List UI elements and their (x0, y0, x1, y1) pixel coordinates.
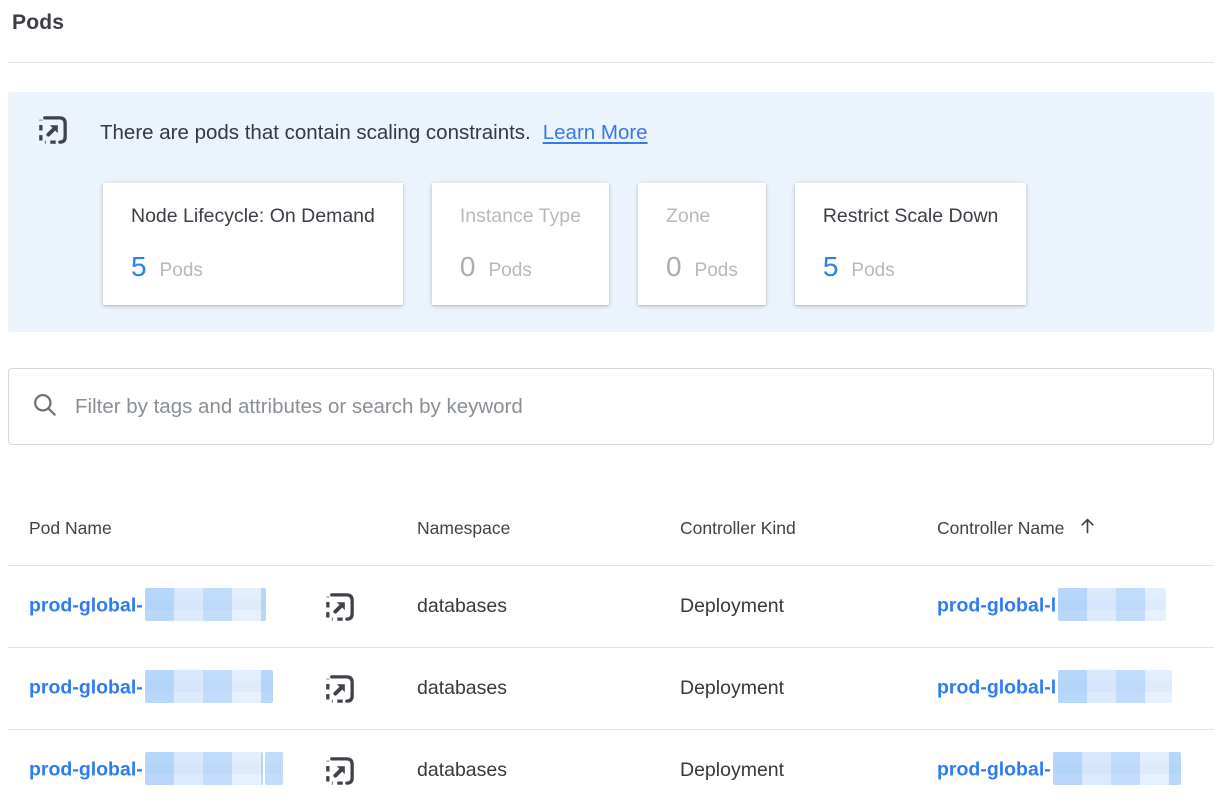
redacted-text (145, 670, 273, 703)
card-restrict-scale-down[interactable]: Restrict Scale Down 5 Pods (795, 183, 1027, 305)
title-divider (8, 62, 1214, 63)
card-count-row: 5 Pods (823, 251, 999, 283)
column-header-controller-name[interactable]: Controller Name (937, 515, 1214, 541)
scaling-constraints-banner: There are pods that contain scaling cons… (8, 92, 1214, 332)
redacted-text (1058, 670, 1172, 703)
card-node-lifecycle[interactable]: Node Lifecycle: On Demand 5 Pods (103, 183, 403, 305)
scale-constraint-icon[interactable] (322, 753, 358, 794)
table-row[interactable]: prod-global- databases Deployment prod-g… (8, 566, 1214, 648)
card-unit: Pods (488, 260, 531, 282)
constraint-cards: Node Lifecycle: On Demand 5 Pods Instanc… (103, 183, 1187, 305)
card-unit: Pods (695, 260, 738, 282)
table-header: Pod Name Namespace Controller Kind Contr… (8, 493, 1214, 566)
controller-name-cell: prod-global-l (937, 590, 1214, 623)
table-row[interactable]: prod-global- databases Deployment prod-g… (8, 648, 1214, 730)
column-label: Controller Kind (680, 518, 796, 539)
controller-name-cell: prod-global-l (937, 672, 1214, 705)
column-label: Pod Name (29, 518, 112, 539)
scale-constraint-icon (35, 112, 71, 153)
card-count: 0 (460, 251, 476, 283)
banner-message: There are pods that contain scaling cons… (100, 121, 531, 145)
pods-page: Pods There are pods that contain scaling… (0, 9, 1222, 804)
pod-name-link[interactable]: prod-global- (29, 759, 143, 781)
pods-table: Pod Name Namespace Controller Kind Contr… (8, 493, 1214, 804)
controller-name-link[interactable]: prod-global- (937, 759, 1051, 781)
pod-name-link[interactable]: prod-global- (29, 595, 143, 617)
card-count: 0 (666, 251, 682, 283)
card-unit: Pods (160, 260, 203, 282)
namespace-cell: databases (417, 595, 680, 618)
scale-constraint-icon[interactable] (322, 671, 358, 712)
controller-name-link[interactable]: prod-global-l (937, 677, 1056, 699)
redacted-text (265, 752, 283, 785)
card-count-row: 0 Pods (460, 251, 581, 283)
card-count: 5 (131, 251, 147, 283)
controller-kind-cell: Deployment (680, 595, 937, 618)
card-unit: Pods (851, 260, 894, 282)
card-label: Restrict Scale Down (823, 205, 999, 228)
search-input[interactable] (75, 395, 1193, 419)
card-zone[interactable]: Zone 0 Pods (638, 183, 766, 305)
table-row[interactable]: prod-global- databases Deployment prod-g… (8, 730, 1214, 804)
pod-name-link[interactable]: prod-global- (29, 677, 143, 699)
redacted-text (1053, 752, 1181, 785)
controller-kind-cell: Deployment (680, 759, 937, 782)
column-header-namespace[interactable]: Namespace (417, 518, 680, 539)
sort-asc-icon (1077, 515, 1098, 541)
redacted-text (1058, 588, 1166, 621)
card-instance-type[interactable]: Instance Type 0 Pods (432, 183, 609, 305)
card-count: 5 (823, 251, 839, 283)
controller-name-cell: prod-global- (937, 754, 1214, 787)
scale-constraint-icon[interactable] (322, 589, 358, 630)
namespace-cell: databases (417, 759, 680, 782)
card-label: Zone (666, 205, 738, 228)
card-label: Instance Type (460, 205, 581, 228)
redacted-text (145, 588, 266, 621)
page-title: Pods (12, 9, 1214, 37)
learn-more-link[interactable]: Learn More (543, 121, 648, 145)
column-header-pod-name[interactable]: Pod Name (8, 518, 417, 539)
controller-name-link[interactable]: prod-global-l (937, 595, 1056, 617)
card-count-row: 5 Pods (131, 251, 375, 283)
card-count-row: 0 Pods (666, 251, 738, 283)
filter-searchbar[interactable] (8, 368, 1214, 445)
column-label: Controller Name (937, 518, 1064, 539)
controller-kind-cell: Deployment (680, 677, 937, 700)
column-header-controller-kind[interactable]: Controller Kind (680, 518, 937, 539)
card-label: Node Lifecycle: On Demand (131, 205, 375, 228)
column-label: Namespace (417, 518, 510, 539)
redacted-text (145, 752, 263, 785)
search-icon (31, 391, 58, 423)
banner-header: There are pods that contain scaling cons… (35, 112, 1187, 153)
namespace-cell: databases (417, 677, 680, 700)
